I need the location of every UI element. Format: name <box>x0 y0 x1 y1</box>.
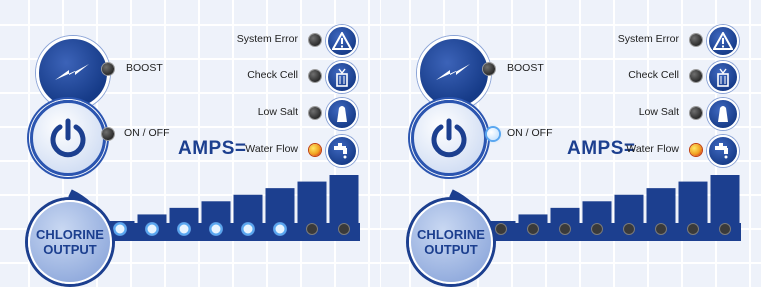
output-bar-4 <box>582 201 612 241</box>
output-label: OUTPUT <box>43 242 97 257</box>
output-label: OUTPUT <box>424 242 478 257</box>
chlorine-label: CHLORINE <box>36 227 104 242</box>
output-led-5 <box>623 223 635 235</box>
output-led-4 <box>591 223 603 235</box>
output-led-2 <box>145 222 159 236</box>
output-led-3 <box>177 222 191 236</box>
output-led-5 <box>241 222 255 236</box>
output-led-8 <box>719 223 731 235</box>
output-led-3 <box>559 223 571 235</box>
chlorine-output-button[interactable]: CHLORINE OUTPUT <box>409 200 493 284</box>
chlorine-output-button[interactable]: CHLORINE OUTPUT <box>28 200 112 284</box>
output-led-2 <box>527 223 539 235</box>
output-led-6 <box>655 223 667 235</box>
output-led-4 <box>209 222 223 236</box>
output-led-7 <box>687 223 699 235</box>
chlorine-label: CHLORINE <box>417 227 485 242</box>
output-led-6 <box>273 222 287 236</box>
control-panel-1: BOOST ON / OFF System Error Check Cell L… <box>0 0 380 287</box>
output-led-1 <box>495 223 507 235</box>
output-led-7 <box>306 223 318 235</box>
control-panel-2: BOOST ON / OFF System Error Check Cell L… <box>381 0 761 287</box>
output-led-8 <box>338 223 350 235</box>
output-led-1 <box>113 222 127 236</box>
